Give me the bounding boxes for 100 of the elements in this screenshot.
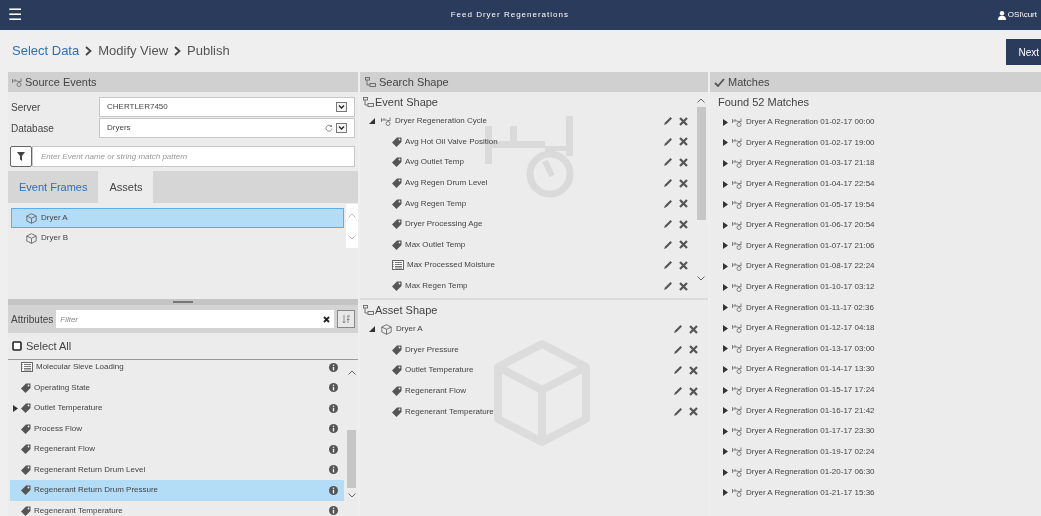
delete-icon[interactable] <box>689 407 698 417</box>
database-dropdown[interactable]: Dryers <box>99 118 355 138</box>
info-icon[interactable] <box>329 403 338 413</box>
scroll-thumb[interactable] <box>347 430 356 488</box>
edit-icon[interactable] <box>663 116 673 127</box>
tab[interactable]: Assets <box>98 171 154 203</box>
shape-attribute-item[interactable]: Dryer Processing Age <box>369 213 694 235</box>
attribute-item[interactable]: Regenerant Return Drum Pressure <box>10 480 344 501</box>
edit-icon[interactable] <box>663 136 673 147</box>
expand-caret-icon[interactable] <box>723 489 728 497</box>
delete-icon[interactable] <box>689 324 698 334</box>
delete-icon[interactable] <box>679 260 688 270</box>
edit-icon[interactable] <box>663 281 673 292</box>
expand-caret-icon[interactable] <box>723 345 728 353</box>
attribute-item[interactable]: Process Flow <box>10 418 344 439</box>
clear-icon[interactable] <box>323 315 330 323</box>
edit-icon[interactable] <box>673 406 683 417</box>
next-button[interactable]: Next <box>1006 39 1041 65</box>
match-item[interactable]: Dryer A Regneration 01-19-17 02:24 <box>723 441 1041 463</box>
expand-caret-icon[interactable] <box>723 365 728 373</box>
match-item[interactable]: Dryer A Regneration 01-14-17 13:30 <box>723 359 1041 380</box>
delete-icon[interactable] <box>679 137 688 147</box>
attribute-item[interactable]: Outlet Temperature <box>10 398 344 419</box>
expand-caret-icon[interactable] <box>723 283 728 291</box>
shape-attribute-item[interactable]: Avg Outlet Temp <box>369 152 694 173</box>
scroll-up-icon[interactable] <box>347 370 356 375</box>
filter-button[interactable] <box>10 146 32 167</box>
shape-attribute-item[interactable]: Avg Regen Temp <box>369 193 694 214</box>
edit-icon[interactable] <box>663 260 673 271</box>
checkbox[interactable] <box>12 341 22 351</box>
delete-icon[interactable] <box>679 178 688 188</box>
match-item[interactable]: Dryer A Regneration 01-05-17 19:54 <box>723 194 1041 215</box>
expand-caret-icon[interactable] <box>723 262 728 270</box>
edit-icon[interactable] <box>663 198 673 209</box>
expand-caret-icon[interactable] <box>723 221 728 229</box>
edit-icon[interactable] <box>663 178 673 189</box>
expand-caret-icon[interactable] <box>723 201 728 209</box>
delete-icon[interactable] <box>679 281 688 291</box>
delete-icon[interactable] <box>679 158 688 167</box>
edit-icon[interactable] <box>673 324 683 335</box>
step-link[interactable]: Publish <box>187 41 230 61</box>
sort-button[interactable] <box>337 310 355 328</box>
attribute-item[interactable]: Molecular Sieve Loading <box>10 360 344 378</box>
expand-caret-icon[interactable] <box>723 118 728 126</box>
expand-caret-icon[interactable] <box>13 404 18 412</box>
info-icon[interactable] <box>329 444 338 454</box>
expand-caret-icon[interactable] <box>723 139 728 147</box>
expand-caret-icon[interactable] <box>723 304 728 312</box>
shape-attribute-item[interactable]: Max Processed Moisture <box>369 255 694 276</box>
delete-icon[interactable] <box>679 240 688 250</box>
expand-caret-icon[interactable] <box>723 386 728 394</box>
tree-node[interactable]: Dryer A <box>369 319 704 340</box>
scroll-thumb[interactable] <box>696 107 706 220</box>
filter-field[interactable]: Filter <box>56 310 323 328</box>
attribute-item[interactable]: Operating State <box>10 377 344 398</box>
asset-item[interactable]: Dryer B <box>11 228 344 248</box>
match-item[interactable]: Dryer A Regneration 01-06-17 20:54 <box>723 214 1041 236</box>
info-icon[interactable] <box>329 485 338 495</box>
scroll-down-icon[interactable] <box>697 276 705 281</box>
edit-icon[interactable] <box>663 157 673 168</box>
match-item[interactable]: Dryer A Regneration 01-08-17 22:24 <box>723 256 1041 277</box>
expand-caret-icon[interactable] <box>723 324 728 332</box>
delete-icon[interactable] <box>679 219 688 229</box>
info-icon[interactable] <box>329 465 338 475</box>
shape-attribute-item[interactable]: Dryer Pressure <box>369 339 704 361</box>
expand-caret-icon[interactable] <box>723 468 728 476</box>
match-item[interactable]: Dryer A Regneration 01-10-17 03:12 <box>723 276 1041 298</box>
scroll-down-icon[interactable] <box>347 493 356 498</box>
expand-caret-icon[interactable] <box>723 448 728 456</box>
match-item[interactable]: Dryer A Regneration 01-21-17 15:36 <box>723 482 1041 504</box>
match-item[interactable]: Dryer A Regneration 01-16-17 21:42 <box>723 400 1041 421</box>
scrollbar[interactable] <box>696 98 706 281</box>
expand-caret-icon[interactable] <box>723 160 728 167</box>
delete-icon[interactable] <box>679 199 688 209</box>
shape-attribute-item[interactable]: Avg Hot Oil Valve Position <box>369 131 694 153</box>
server-dropdown[interactable]: CHERTLER7450 <box>99 97 355 117</box>
edit-icon[interactable] <box>663 219 673 230</box>
info-icon[interactable] <box>329 424 338 434</box>
info-icon[interactable] <box>329 362 338 372</box>
shape-attribute-item[interactable]: Avg Regen Drum Level <box>369 172 694 194</box>
step-link[interactable]: Modify View <box>98 41 169 61</box>
collapse-caret-icon[interactable] <box>369 326 375 333</box>
info-icon[interactable] <box>329 383 338 393</box>
shape-attribute-item[interactable]: Max Regen Temp <box>369 275 694 297</box>
delete-icon[interactable] <box>679 116 688 126</box>
delete-icon[interactable] <box>689 386 698 396</box>
match-item[interactable]: Dryer A Regneration 01-02-17 19:00 <box>723 132 1041 154</box>
scroll-up-icon[interactable] <box>697 98 705 103</box>
shape-attribute-item[interactable]: Max Outlet Temp <box>369 234 694 256</box>
tree-node[interactable]: Dryer Regeneration Cycle <box>369 111 694 132</box>
info-icon[interactable] <box>329 506 338 516</box>
match-item[interactable]: Dryer A Regneration 01-11-17 02:36 <box>723 297 1041 318</box>
shape-attribute-item[interactable]: Outlet Temperature <box>369 360 704 381</box>
match-item[interactable]: Dryer A Regneration 01-07-17 21:06 <box>723 235 1041 257</box>
match-item[interactable]: Dryer A Regneration 01-20-17 06:30 <box>723 462 1041 483</box>
user-name[interactable]: OSI\curt <box>1007 9 1037 21</box>
menu-icon[interactable]: ☰ <box>8 7 22 23</box>
search-field[interactable]: Enter Event name or string match pattern <box>32 146 355 167</box>
match-item[interactable]: Dryer A Regneration 01-03-17 21:18 <box>723 153 1041 174</box>
match-item[interactable]: Dryer A Regneration 01-04-17 22:54 <box>723 173 1041 195</box>
